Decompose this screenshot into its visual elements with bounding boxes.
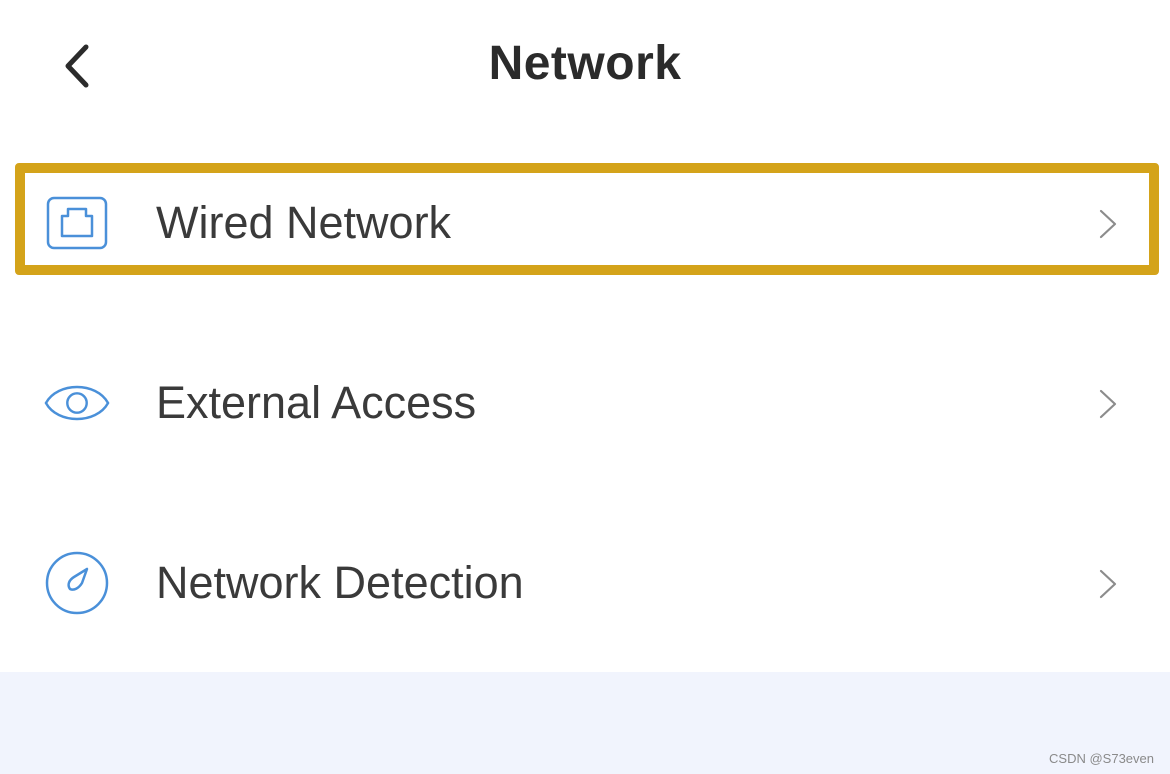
chevron-right-icon	[1096, 387, 1120, 421]
page-title: Network	[488, 37, 682, 90]
menu-item-external-access[interactable]: External Access	[24, 356, 1150, 450]
eye-icon	[44, 371, 110, 435]
footer-area: CSDN @S73even	[0, 672, 1170, 774]
watermark-text: CSDN @S73even	[1049, 751, 1154, 766]
ethernet-port-icon	[44, 191, 110, 255]
menu-item-label: Network Detection	[156, 557, 524, 608]
menu-item-label: Wired Network	[156, 197, 452, 248]
header-bar: Network	[0, 0, 1170, 130]
menu-item-label: External Access	[156, 377, 477, 428]
compass-icon	[44, 551, 110, 615]
chevron-right-icon	[1096, 207, 1120, 241]
menu-item-network-detection[interactable]: Network Detection	[24, 536, 1150, 630]
chevron-right-icon	[1096, 567, 1120, 601]
network-settings-page: Network Wired Network External Access Ne…	[0, 0, 1170, 774]
menu-item-wired-network[interactable]: Wired Network	[24, 176, 1150, 270]
